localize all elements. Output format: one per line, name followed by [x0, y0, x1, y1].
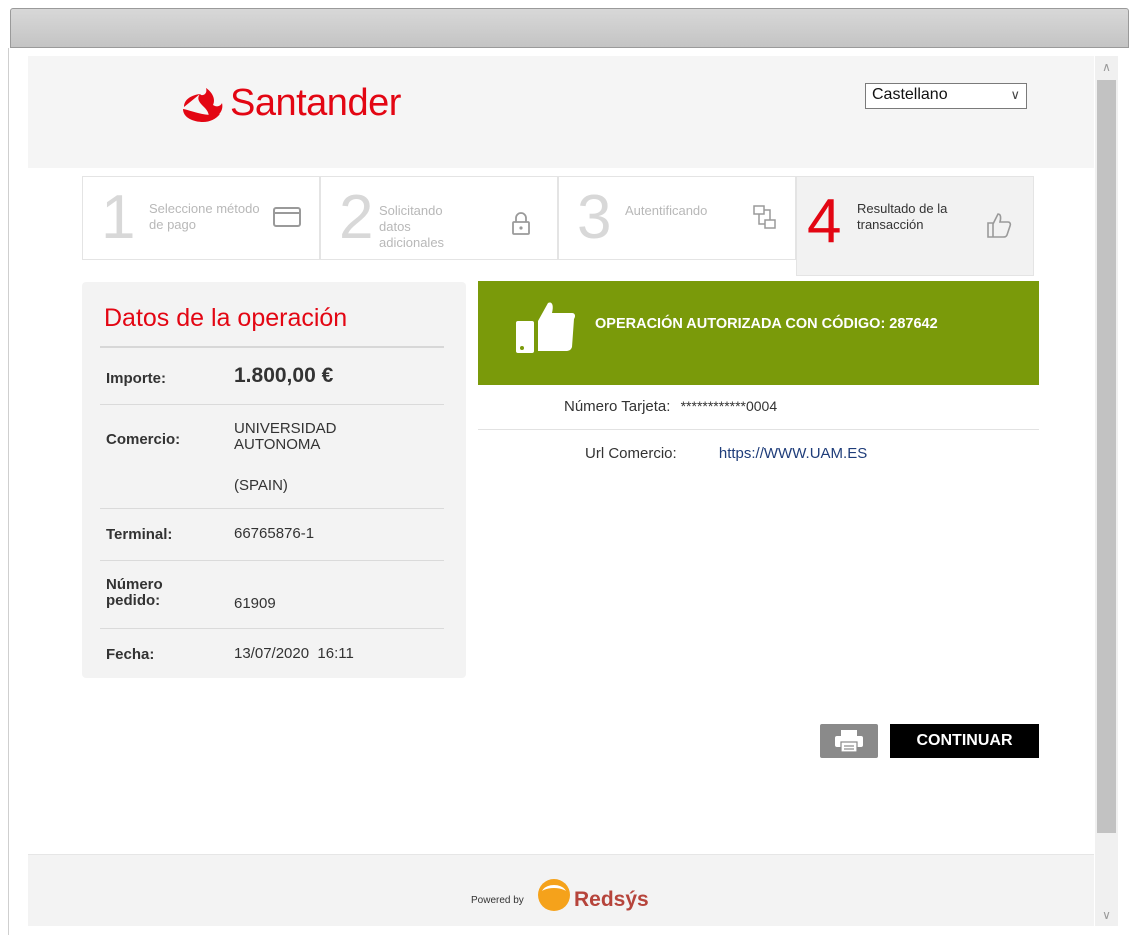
terminal-value: 66765876-1: [234, 525, 315, 542]
approval-icon: [516, 302, 576, 353]
thumbs-up-icon: [987, 213, 1012, 238]
logo-wordmark: Santander: [230, 82, 401, 124]
window-edge: [8, 48, 9, 935]
merchant-label: Comercio:: [106, 431, 181, 448]
step-3: 3 Autentificando: [558, 176, 796, 260]
redsys-logo-icon: [538, 879, 570, 911]
merchant-value: UNIVERSIDAD AUTONOMA: [234, 420, 337, 453]
amount-value: 1.800,00 €: [234, 364, 334, 387]
step-label: Autentificando: [625, 203, 708, 218]
date-value: 13/07/2020 16:11: [234, 645, 354, 662]
santander-logo: Santander: [180, 82, 401, 125]
divider: [478, 429, 1039, 430]
date-label: Fecha:: [106, 646, 155, 663]
operation-details-panel: Datos de la operación Importe: 1.800,00 …: [82, 282, 466, 678]
merchant-url-link[interactable]: https://WWW.UAM.ES: [719, 445, 867, 462]
card-number-label: Número Tarjeta:: [564, 398, 671, 415]
step-number: 4: [807, 187, 842, 256]
printer-icon: [835, 730, 863, 753]
divider: [100, 346, 444, 348]
step-number: 1: [101, 183, 136, 252]
lock-icon: [512, 212, 530, 235]
order-row: Número pedido: 61909: [100, 560, 444, 628]
operation-title: Datos de la operación: [104, 304, 348, 332]
continue-button[interactable]: CONTINUAR: [890, 724, 1039, 758]
step-1: 1 Seleccione método de pago: [82, 176, 320, 260]
card-number-value: ************0004: [680, 398, 778, 414]
payment-page: Santander Castellano ∨ 1 Seleccione méto…: [28, 56, 1094, 926]
merchant-url-row: Url Comercio: https://WWW.UAM.ES: [585, 445, 867, 462]
step-label: Seleccione método de pago: [149, 201, 260, 232]
powered-by-label: Powered by: [471, 895, 524, 906]
scroll-up-icon[interactable]: ∧: [1095, 56, 1118, 78]
chevron-down-icon: ∨: [1010, 87, 1020, 102]
page-footer: Powered by Redsýs: [28, 854, 1094, 926]
authorization-banner: OPERACIÓN AUTORIZADA CON CÓDIGO: 287642: [478, 281, 1039, 385]
amount-row: Importe: 1.800,00 €: [100, 350, 444, 404]
order-label: Número pedido:: [106, 576, 163, 609]
order-value: 61909: [234, 595, 276, 612]
merchant-url-label: Url Comercio:: [585, 445, 677, 462]
vertical-scrollbar[interactable]: ∧ ∨: [1095, 56, 1118, 926]
language-value: Castellano: [872, 86, 948, 103]
scrollbar-thumb[interactable]: [1097, 80, 1116, 833]
print-button[interactable]: [820, 724, 878, 758]
santander-flame-icon: [183, 87, 223, 122]
step-label: Resultado de la transacción: [857, 201, 948, 232]
card-number-row: Número Tarjeta: ************0004: [564, 398, 777, 415]
progress-steps: 1 Seleccione método de pago 2 Solicitand…: [82, 176, 1034, 276]
amount-label: Importe:: [106, 370, 166, 387]
step-number: 2: [339, 183, 374, 252]
step-number: 3: [577, 183, 612, 252]
scroll-down-icon[interactable]: ∨: [1095, 904, 1118, 926]
page-header: Santander Castellano ∨: [28, 56, 1094, 168]
browser-window-bar: [10, 8, 1129, 48]
step-2: 2 Solicitando datos adicionales: [320, 176, 558, 260]
redsys-wordmark: Redsýs: [574, 888, 649, 911]
step-4: 4 Resultado de la transacción: [796, 176, 1034, 276]
authorization-message: OPERACIÓN AUTORIZADA CON CÓDIGO: 287642: [595, 316, 938, 332]
merchant-row: Comercio: UNIVERSIDAD AUTONOMA (SPAIN): [100, 404, 444, 508]
language-select[interactable]: Castellano ∨: [865, 83, 1027, 109]
terminal-row: Terminal: 66765876-1: [100, 508, 444, 560]
credit-card-icon: [273, 207, 301, 227]
date-row: Fecha: 13/07/2020 16:11: [100, 628, 444, 676]
network-icon: [753, 205, 776, 229]
terminal-label: Terminal:: [106, 526, 173, 543]
step-label: Solicitando datos adicionales: [379, 203, 445, 250]
merchant-country: (SPAIN): [234, 477, 288, 494]
